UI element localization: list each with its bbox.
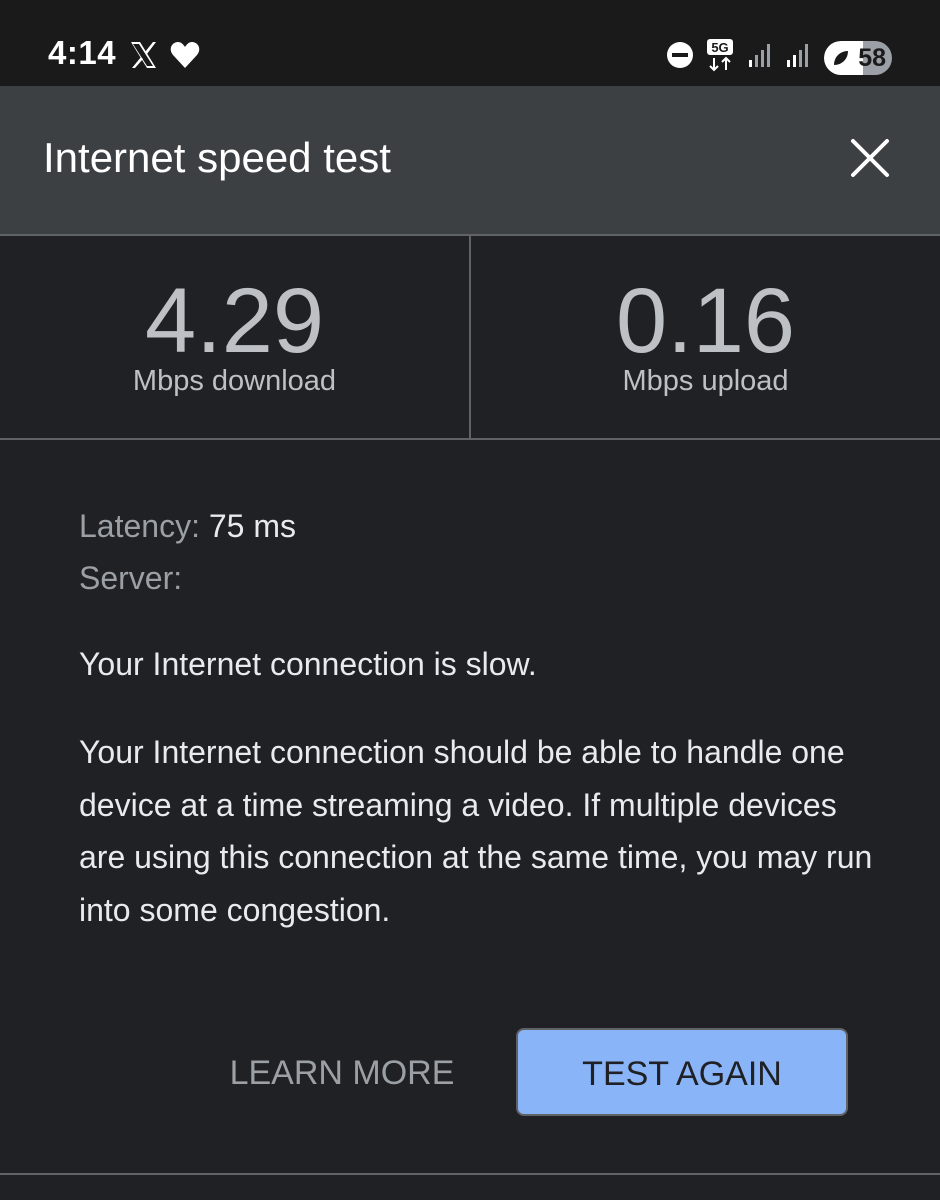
latency-row: Latency: 75 ms — [79, 500, 879, 552]
server-label: Server: — [79, 560, 183, 596]
status-left-icons — [128, 40, 200, 75]
dialog-header: Internet speed test — [0, 86, 940, 234]
download-value: 4.29 — [144, 270, 325, 372]
divider — [0, 438, 940, 440]
learn-more-button[interactable]: LEARN MORE — [204, 1030, 480, 1116]
heart-icon — [170, 41, 200, 74]
battery-indicator: 58 — [824, 40, 892, 75]
network-type-label: 5G — [711, 40, 728, 55]
battery-level: 58 — [858, 43, 886, 72]
dialog-title: Internet speed test — [43, 134, 391, 181]
status-bar: 4:14 5G 58 — [0, 0, 940, 86]
x-logo-icon — [128, 40, 158, 75]
server-row: Server: — [79, 552, 879, 604]
5g-icon: 5G — [706, 38, 736, 77]
upload-label: Mbps upload — [622, 365, 789, 397]
result-description: Your Internet connection should be able … — [79, 734, 873, 928]
divider — [0, 1173, 940, 1175]
test-details: Latency: 75 ms Server: — [79, 500, 879, 604]
signal-icon — [786, 42, 812, 73]
status-time: 4:14 — [48, 34, 117, 71]
download-label: Mbps download — [132, 365, 337, 397]
download-metric: 4.29 Mbps download — [0, 235, 469, 439]
status-right-icons: 5G 58 — [666, 38, 892, 77]
result-summary: Your Internet connection is slow. — [79, 646, 537, 682]
close-icon — [851, 139, 889, 177]
upload-metric: 0.16 Mbps upload — [471, 235, 940, 439]
upload-value: 0.16 — [615, 270, 796, 372]
do-not-disturb-icon — [666, 41, 694, 74]
signal-icon — [748, 42, 774, 73]
latency-value: 75 ms — [208, 508, 296, 544]
test-again-button[interactable]: TEST AGAIN — [516, 1028, 848, 1116]
battery-saver-leaf-icon — [832, 49, 850, 72]
close-button[interactable] — [848, 136, 892, 180]
latency-label: Latency: — [79, 508, 200, 544]
